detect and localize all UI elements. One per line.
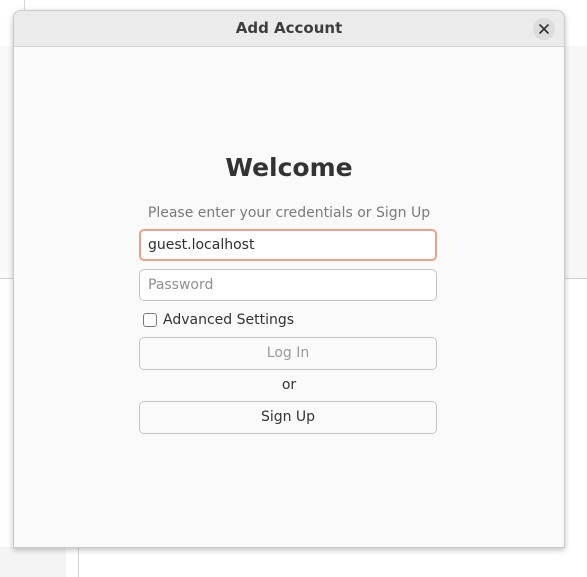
signup-button[interactable]: Sign Up — [139, 401, 437, 434]
advanced-settings-toggle[interactable]: Advanced Settings — [143, 310, 294, 330]
background-panel-right — [563, 46, 587, 279]
background-panel-left — [0, 46, 13, 279]
close-icon — [539, 24, 549, 34]
dialog-titlebar: Add Account — [14, 11, 564, 47]
login-form: Welcome Please enter your credentials or… — [14, 47, 564, 547]
advanced-settings-label: Advanced Settings — [163, 312, 295, 328]
username-field[interactable] — [139, 229, 437, 261]
or-separator: or — [281, 377, 297, 393]
advanced-settings-checkbox[interactable] — [143, 313, 157, 327]
background-sidebar — [0, 547, 66, 577]
background-divider — [78, 547, 79, 577]
credentials-subtitle: Please enter your credentials or Sign Up — [147, 205, 431, 221]
welcome-heading: Welcome — [225, 153, 353, 182]
add-account-dialog: Add Account Welcome Please enter your cr… — [13, 10, 565, 548]
close-button[interactable] — [533, 18, 555, 40]
dialog-title: Add Account — [235, 19, 343, 37]
login-button[interactable]: Log In — [139, 337, 437, 370]
background-window — [24, 0, 587, 10]
password-field[interactable] — [139, 269, 437, 301]
